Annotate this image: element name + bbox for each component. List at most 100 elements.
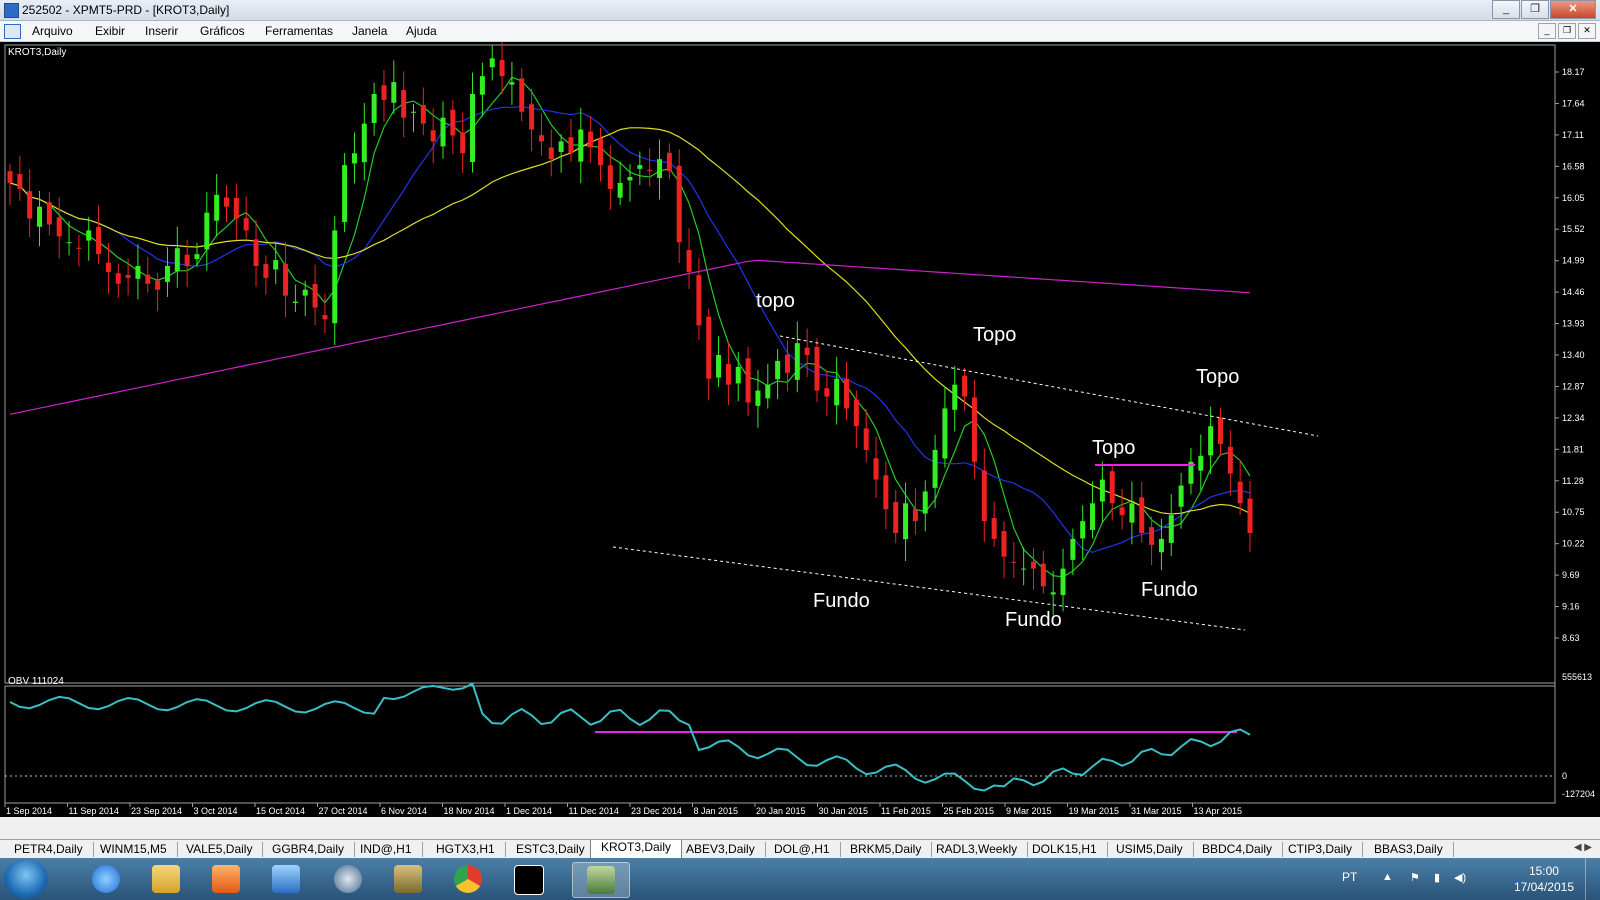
tab-brkm5-daily[interactable]: BRKM5,Daily bbox=[840, 842, 933, 857]
candle-body bbox=[1040, 563, 1046, 587]
candle-body bbox=[784, 354, 790, 373]
obv-axis-zero: 0 bbox=[1562, 771, 1567, 781]
tab-petr4-daily[interactable]: PETR4,Daily bbox=[4, 842, 94, 857]
candle-body bbox=[7, 171, 13, 183]
menu-ajuda[interactable]: Ajuda bbox=[406, 24, 437, 38]
price-axis-label: 18.17 bbox=[1562, 67, 1585, 77]
language-indicator[interactable]: PT bbox=[1342, 870, 1357, 884]
window-title: 252502 - XPMT5-PRD - [KROT3,Daily] bbox=[22, 3, 230, 17]
chrome-icon[interactable] bbox=[440, 862, 496, 896]
tab-abev3-daily[interactable]: ABEV3,Daily bbox=[676, 842, 766, 857]
tab-radl3-weekly[interactable]: RADL3,Weekly bbox=[926, 842, 1029, 857]
menu-inserir[interactable]: Inserir bbox=[145, 24, 178, 38]
candle-body bbox=[971, 397, 977, 462]
minimize-button[interactable]: _ bbox=[1492, 0, 1520, 19]
candle-body bbox=[1198, 455, 1204, 471]
close-button[interactable]: ✕ bbox=[1550, 0, 1596, 19]
candle-body bbox=[410, 111, 416, 113]
menu-graficos[interactable]: Gráficos bbox=[200, 24, 245, 38]
annotation-topo-3: Topo bbox=[1092, 437, 1135, 459]
candle-body bbox=[1099, 479, 1105, 502]
candle-body bbox=[440, 117, 446, 147]
date-axis-label: 25 Feb 2015 bbox=[944, 806, 995, 816]
tab-estc3-daily[interactable]: ESTC3,Daily bbox=[506, 842, 596, 857]
candle-body bbox=[1178, 485, 1184, 507]
menu-exibir[interactable]: Exibir bbox=[95, 24, 125, 38]
explorer-icon[interactable] bbox=[138, 862, 194, 896]
candle-body bbox=[1119, 507, 1125, 516]
tab-dol-h1[interactable]: DOL@,H1 bbox=[764, 842, 841, 857]
candle-body bbox=[263, 264, 269, 278]
price-axis-label: 15.52 bbox=[1562, 224, 1585, 234]
clock-time: 15:00 bbox=[1528, 864, 1559, 878]
candle-body bbox=[470, 93, 476, 162]
tab-winm15-m5[interactable]: WINM15,M5 bbox=[90, 842, 178, 857]
candle-body bbox=[607, 165, 613, 189]
show-desktop-button[interactable] bbox=[1585, 858, 1600, 900]
candle-body bbox=[627, 177, 633, 181]
tab-ggbr4-daily[interactable]: GGBR4,Daily bbox=[262, 842, 356, 857]
tab-ctip3-daily[interactable]: CTIP3,Daily bbox=[1278, 842, 1364, 857]
menu-ferramentas[interactable]: Ferramentas bbox=[265, 24, 333, 38]
mdi-chart-icon[interactable] bbox=[4, 24, 21, 39]
menu-arquivo[interactable]: Arquivo bbox=[32, 24, 73, 38]
mdi-minimize-button[interactable]: _ bbox=[1538, 23, 1556, 39]
candle-body bbox=[834, 378, 840, 406]
candle-body bbox=[804, 347, 810, 355]
candle-body bbox=[509, 82, 515, 85]
chart-area[interactable]: KROT3,Daily 18.17 17.64 17.11 16.58 16.05 15.… bbox=[0, 42, 1600, 817]
candle-body bbox=[932, 449, 938, 488]
tab-bbas3-daily[interactable]: BBAS3,Daily bbox=[1364, 842, 1454, 857]
volume-icon[interactable]: ◀) bbox=[1454, 871, 1466, 884]
candle-body bbox=[450, 109, 456, 136]
hp-icon[interactable] bbox=[320, 862, 376, 896]
date-axis-label: 20 Jan 2015 bbox=[756, 806, 806, 816]
mdi-close-button[interactable]: ✕ bbox=[1578, 23, 1596, 39]
menu-janela[interactable]: Janela bbox=[352, 24, 387, 38]
price-axis-label: 12.87 bbox=[1562, 381, 1585, 391]
network-signal-icon[interactable]: ▮ bbox=[1434, 871, 1440, 884]
candle-body bbox=[351, 153, 357, 164]
candle-body bbox=[233, 197, 239, 219]
tab-hgtx3-h1[interactable]: HGTX3,H1 bbox=[426, 842, 506, 857]
windows-taskbar: PT ▲ ⚑ ▮ ◀) 15:00 17/04/2015 bbox=[0, 858, 1600, 900]
metatrader-icon[interactable] bbox=[572, 862, 630, 898]
price-axis-label: 14.46 bbox=[1562, 287, 1585, 297]
xp-icon[interactable] bbox=[500, 862, 556, 896]
candle-body bbox=[568, 137, 574, 154]
candle-body bbox=[164, 266, 170, 282]
clock[interactable]: 15:00 17/04/2015 bbox=[1514, 863, 1574, 895]
candle-body bbox=[66, 242, 72, 244]
candle-body bbox=[716, 355, 722, 378]
price-chart[interactable]: KROT3,Daily 18.17 17.64 17.11 16.58 16.05 15.… bbox=[0, 42, 1600, 817]
candle-body bbox=[499, 59, 505, 77]
ie-icon[interactable] bbox=[78, 862, 134, 896]
date-axis-label: 1 Sep 2014 bbox=[6, 806, 52, 816]
tab-bbdc4-daily[interactable]: BBDC4,Daily bbox=[1192, 842, 1284, 857]
date-axis-label: 11 Feb 2015 bbox=[881, 806, 931, 816]
price-axis-label: 14.99 bbox=[1562, 256, 1585, 266]
restore-button[interactable]: ❐ bbox=[1521, 0, 1549, 19]
candle-body bbox=[519, 78, 525, 112]
tab-krot3-daily[interactable]: KROT3,Daily bbox=[590, 840, 683, 859]
tab-scroll-arrows[interactable]: ◀ ▶ bbox=[1574, 842, 1592, 853]
action-center-icon[interactable]: ⚑ bbox=[1410, 871, 1420, 884]
files-icon[interactable] bbox=[380, 862, 436, 896]
network-icon[interactable] bbox=[258, 862, 314, 896]
tab-ind-h1[interactable]: IND@,H1 bbox=[350, 842, 423, 857]
start-orb-icon[interactable] bbox=[4, 859, 48, 899]
date-axis-label: 13 Apr 2015 bbox=[1194, 806, 1243, 816]
mdi-restore-button[interactable]: ❐ bbox=[1558, 23, 1576, 39]
candle-body bbox=[922, 491, 928, 514]
tab-vale5-daily[interactable]: VALE5,Daily bbox=[176, 842, 264, 857]
candle-body bbox=[657, 159, 663, 179]
candle-body bbox=[420, 105, 426, 124]
tab-dolk15-h1[interactable]: DOLK15,H1 bbox=[1022, 842, 1108, 857]
tray-expand-icon[interactable]: ▲ bbox=[1382, 871, 1393, 883]
price-axis-label: 16.05 bbox=[1562, 193, 1585, 203]
candle-body bbox=[46, 202, 52, 225]
candle-body bbox=[942, 408, 948, 459]
media-player-icon[interactable] bbox=[198, 862, 254, 896]
tab-usim5-daily[interactable]: USIM5,Daily bbox=[1106, 842, 1194, 857]
date-axis-label: 11 Sep 2014 bbox=[69, 806, 119, 816]
